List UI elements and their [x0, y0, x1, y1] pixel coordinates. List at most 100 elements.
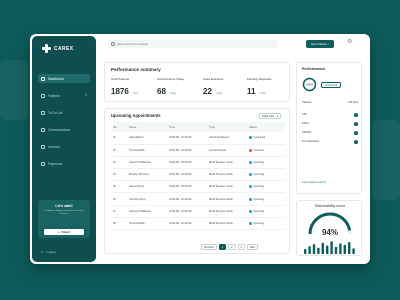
sidebar-item-invoices[interactable]: Invoices: [38, 142, 90, 151]
deliverability-bar: [334, 247, 338, 254]
deliverability-bar: [343, 244, 346, 254]
gear-icon[interactable]: ⚙: [347, 39, 352, 45]
table-cell-time: 10:00 AM - 10:30 AM: [169, 217, 209, 231]
deliverability-bar: [321, 242, 324, 254]
sidebar-nav: Dashboard Patients ▾ To-Do List Communic…: [38, 74, 90, 176]
column-header[interactable]: Type: [209, 122, 249, 132]
stat-total-patients: Total Patients 1876 Total: [111, 77, 138, 99]
check-label: Not blacklisted: [302, 140, 319, 144]
table-cell-time: 10:00 AM - 10:30 AM: [169, 205, 209, 218]
check-row: Not blacklisted ✓: [302, 140, 358, 144]
deliverability-bar: [304, 249, 307, 254]
app-window: CAREX Dashboard Patients ▾ To-Do List Co…: [30, 34, 370, 264]
chat-icon: [41, 127, 45, 132]
table-cell-no: 08: [113, 217, 129, 231]
sidebar-item-label: Payments: [48, 161, 63, 166]
status-label: Upcoming: [253, 197, 265, 201]
status-badge: Upcoming: [249, 160, 285, 164]
patients-row: Patients 236 May: [302, 101, 358, 104]
search-icon: [111, 42, 115, 46]
checklist-icon: [41, 110, 45, 115]
table-cell-status: Completed: [249, 132, 285, 145]
sidebar-item-label: Dashboard: [48, 76, 64, 81]
table-cell-no: 06: [113, 192, 129, 206]
table-cell-status: Canceled: [249, 144, 285, 157]
column-header[interactable]: Status: [249, 122, 285, 132]
table-cell-time: 10:00 AM - 10:30 AM: [169, 132, 209, 145]
pagination-next[interactable]: Next: [246, 244, 259, 250]
performance-summary-card: Performance summary Total Patients 1876 T…: [104, 62, 290, 102]
status-badge: Upcoming: [249, 197, 285, 201]
deliverability-bar: [348, 242, 351, 254]
pagination-prev[interactable]: Previous: [201, 244, 217, 250]
table-cell-type: Lab Result Review: [209, 132, 249, 145]
sidebar-item-patients[interactable]: Patients ▾: [38, 91, 90, 100]
column-header[interactable]: No.: [113, 122, 129, 132]
table-row[interactable]: 04 Brooklyn Simmons 10:00 AM - 10:30 AM Blo…: [113, 168, 285, 182]
table-row[interactable]: 06 Courtney Henry 10:00 AM - 10:30 AM Blood…: [113, 192, 285, 206]
table-header-row: No. Name Time Type Status: [113, 122, 285, 132]
stat-value: 11: [247, 87, 256, 96]
check-icon: ✓: [354, 131, 358, 135]
check-icon: ✓: [354, 140, 358, 144]
pagination-page[interactable]: 2: [228, 244, 236, 250]
good-work-badge: Good work: [321, 82, 342, 88]
table-cell-name: Brooklyn Simmons: [129, 168, 169, 182]
check-icon: ✓: [354, 122, 358, 126]
sidebar-item-todo[interactable]: To-Do List: [38, 108, 90, 117]
logo[interactable]: CAREX: [42, 44, 74, 53]
status-label: Upcoming: [253, 160, 265, 164]
table-row[interactable]: 05 Arlene McCoy 10:00 AM - 10:30 AM Blood P…: [113, 180, 285, 194]
sidebar-item-label: Patients: [48, 93, 60, 98]
deliverability-bar: [312, 244, 316, 254]
table-row[interactable]: 02 Theresa Webb 10:00 AM - 10:30 AM Annual …: [113, 144, 285, 157]
status-dot-icon: [249, 197, 252, 201]
sidebar-item-dashboard[interactable]: Dashboard: [38, 74, 90, 83]
pagination-page[interactable]: 1: [218, 244, 227, 250]
view-select-value: Table view: [262, 114, 275, 118]
stat-value: 68: [157, 87, 166, 96]
status-dot-icon: [249, 160, 252, 164]
grid-icon: [41, 76, 45, 81]
search-input[interactable]: [116, 42, 267, 46]
table-cell-name: Cameron Williamson: [129, 205, 169, 218]
new-patient-button[interactable]: New Patient +: [306, 40, 334, 48]
deliverability-card: Deliverability score 94%: [296, 200, 362, 256]
table-row[interactable]: 08 Theresa Webb 10:00 AM - 10:30 AM Blood P…: [113, 217, 285, 231]
deliverability-bar: [326, 245, 329, 254]
table-row[interactable]: 07 Cameron Williamson 10:00 AM - 10:30 AM B…: [113, 205, 285, 218]
table-cell-status: Upcoming: [249, 217, 285, 231]
appointments-card: Upcoming Appointments Table view ▾ No. N…: [104, 108, 290, 254]
column-header[interactable]: Name: [129, 122, 169, 132]
table-cell-type: Blood Pressure Check: [209, 168, 249, 182]
stat-case-enquiries: Case Enquiries 22 Today: [203, 77, 223, 99]
table-cell-status: Upcoming: [249, 168, 285, 182]
sidebar: CAREX Dashboard Patients ▾ To-Do List Co…: [32, 36, 96, 262]
sidebar-item-communication[interactable]: Communication: [38, 125, 90, 134]
pagination: Previous 1 2 3 Next: [201, 244, 259, 250]
table-cell-no: 01: [113, 132, 129, 145]
performance-title: Performance: [302, 67, 326, 71]
sidebar-item-payments[interactable]: Payments: [38, 159, 90, 168]
deliverability-bar: [352, 248, 355, 254]
table-cell-time: 10:00 AM - 10:30 AM: [169, 192, 209, 206]
pagination-page[interactable]: 3: [237, 244, 245, 250]
check-icon: ✓: [354, 113, 358, 117]
performance-ring: 100%: [302, 77, 317, 92]
table-cell-type: Blood Pressure Check: [209, 192, 249, 206]
plus-icon: +: [57, 230, 60, 234]
column-header[interactable]: Time: [169, 122, 209, 132]
add-patient-button[interactable]: + Patient: [44, 229, 84, 235]
search-bar: [108, 40, 278, 48]
last-updated-link[interactable]: Last updated a few hr: [302, 181, 326, 184]
appointments-table-body: 01 Gabe Watson 10:00 AM - 10:30 AM Lab Resu…: [113, 132, 285, 231]
table-row[interactable]: 01 Gabe Watson 10:00 AM - 10:30 AM Lab Resu…: [113, 132, 285, 145]
table-cell-name: Arlene McCoy: [129, 180, 169, 194]
sidebar-item-label: Communication: [48, 127, 71, 132]
status-label: Upcoming: [253, 209, 265, 213]
table-row[interactable]: 03 Cameron Williamson 10:00 AM - 10:30 AM B…: [113, 156, 285, 170]
view-select[interactable]: Table view ▾: [259, 113, 281, 119]
stat-unit: Total: [132, 92, 138, 95]
logout-button[interactable]: ↩ Logout: [41, 250, 56, 254]
deliverability-value: 94%: [321, 228, 338, 237]
